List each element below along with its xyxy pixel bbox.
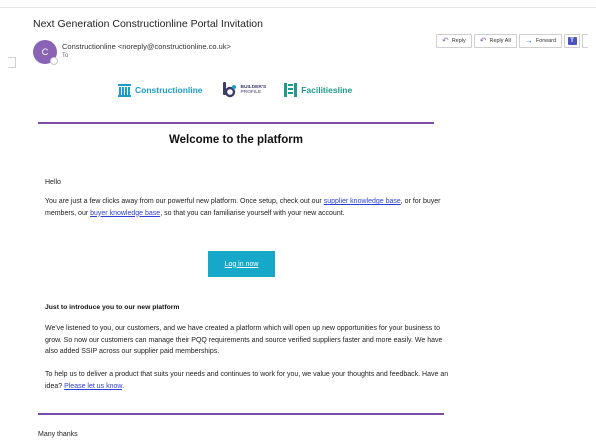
reply-all-button[interactable]: ↶ Reply All xyxy=(473,34,517,48)
intro-paragraph: You are just a few clicks away from our … xyxy=(45,196,445,219)
reply-button[interactable]: ↶ Reply xyxy=(436,34,472,48)
teams-share-button[interactable]: T xyxy=(564,34,581,48)
feedback-paragraph: To help us to deliver a product that sui… xyxy=(45,369,450,392)
reply-all-label: Reply All xyxy=(489,38,511,44)
presence-icon xyxy=(50,57,58,65)
feedback-text-b: . xyxy=(122,382,125,390)
forward-icon: → xyxy=(524,36,533,45)
top-divider xyxy=(0,7,596,8)
greeting-text: Hello xyxy=(45,179,61,186)
facilitiesline-wordmark: Facilitiesline xyxy=(301,85,353,95)
sender-address[interactable]: Constructionline <noreply@constructionli… xyxy=(62,42,231,51)
message-actions: ↶ Reply ↶ Reply All → Forward T xyxy=(436,34,589,48)
log-in-button[interactable]: Log in now xyxy=(208,251,275,277)
sign-off-text: Many thanks xyxy=(38,431,78,438)
builders-profile-line2: PROFILE xyxy=(240,90,262,95)
recipient-label: To xyxy=(62,53,69,59)
supplier-knowledge-base-link[interactable]: supplier knowledge base xyxy=(324,198,401,205)
forward-label: Forward xyxy=(535,38,557,44)
brand-logos: Constructionline BUILDER'S PROFILE Facil… xyxy=(118,82,352,98)
avatar-initial: C xyxy=(41,47,49,57)
constructionline-icon xyxy=(118,83,131,97)
facilitiesline-logo: Facilitiesline xyxy=(284,83,352,97)
header-divider xyxy=(38,122,434,124)
reply-icon: ↶ xyxy=(442,36,449,45)
section-heading: Just to introduce you to our new platfor… xyxy=(45,304,180,311)
constructionline-logo: Constructionline xyxy=(118,83,203,97)
teams-icon: T xyxy=(567,37,577,45)
facilitiesline-icon xyxy=(284,83,298,97)
reply-all-icon: ↶ xyxy=(479,36,487,45)
intro-text-c: , so that you can familiarise yourself w… xyxy=(160,209,345,217)
email-subject: Next Generation Constructionline Portal … xyxy=(33,18,263,30)
footer-divider xyxy=(38,413,444,415)
welcome-heading: Welcome to the platform xyxy=(169,134,303,146)
let-us-know-link[interactable]: Please let us know xyxy=(64,383,122,390)
builders-profile-logo: BUILDER'S PROFILE xyxy=(222,82,266,98)
more-actions-button[interactable] xyxy=(582,34,589,48)
sender-avatar[interactable]: C xyxy=(33,40,58,65)
builders-profile-icon xyxy=(222,82,236,98)
constructionline-wordmark: Constructionline xyxy=(135,85,203,95)
forward-button[interactable]: → Forward xyxy=(518,34,563,48)
pane-collapse-handle[interactable] xyxy=(8,57,16,68)
reply-label: Reply xyxy=(451,38,466,44)
buyer-knowledge-base-link[interactable]: buyer knowledge base xyxy=(90,210,160,217)
platform-paragraph: We've listened to you, our customers, an… xyxy=(45,325,443,355)
intro-text-a: You are just a few clicks away from our … xyxy=(45,198,324,205)
